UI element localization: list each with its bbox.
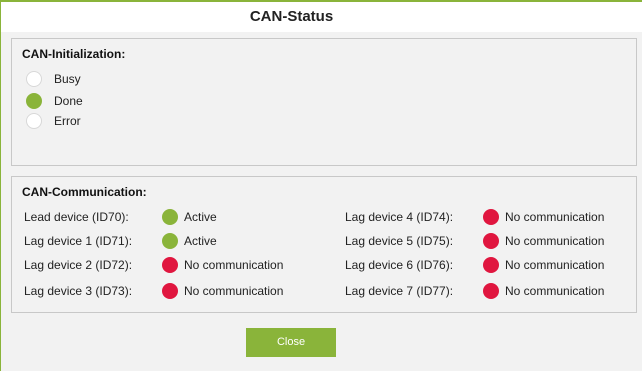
device-row-lag2: Lag device 2 (ID72): No communication	[24, 256, 283, 274]
error-indicator-icon	[26, 113, 42, 129]
dialog-title: CAN-Status	[249, 8, 334, 25]
device-label: Lead device (ID70):	[24, 210, 129, 224]
can-initialization-group: CAN-Initialization: Busy Done Error	[11, 38, 637, 166]
init-option-busy: Busy	[26, 70, 81, 88]
close-button[interactable]: Close	[246, 328, 336, 357]
status-no-communication-icon	[483, 209, 499, 225]
device-row-lead: Lead device (ID70): Active	[24, 208, 217, 226]
init-option-label: Error	[54, 114, 81, 128]
device-label: Lag device 7 (ID77):	[345, 284, 454, 298]
device-row-lag3: Lag device 3 (ID73): No communication	[24, 282, 283, 300]
status-active-icon	[162, 233, 178, 249]
init-option-label: Done	[54, 94, 83, 108]
status-no-communication-icon	[162, 257, 178, 273]
device-row-lag1: Lag device 1 (ID71): Active	[24, 232, 217, 250]
can-status-dialog: CAN-Status CAN-Initialization: Busy Done…	[0, 0, 642, 371]
device-status: No communication	[184, 284, 284, 298]
status-no-communication-icon	[483, 257, 499, 273]
dialog-title-bar: CAN-Status	[1, 2, 642, 32]
device-row-lag7: Lag device 7 (ID77): No communication	[345, 282, 604, 300]
init-option-label: Busy	[54, 72, 81, 86]
device-label: Lag device 1 (ID71):	[24, 234, 133, 248]
can-communication-heading: CAN-Communication:	[22, 185, 147, 199]
device-row-lag4: Lag device 4 (ID74): No communication	[345, 208, 604, 226]
status-active-icon	[162, 209, 178, 225]
device-row-lag6: Lag device 6 (ID76): No communication	[345, 256, 604, 274]
device-label: Lag device 4 (ID74):	[345, 210, 454, 224]
device-label: Lag device 5 (ID75):	[345, 234, 454, 248]
device-label: Lag device 2 (ID72):	[24, 258, 133, 272]
device-status: No communication	[505, 258, 605, 272]
device-label: Lag device 6 (ID76):	[345, 258, 454, 272]
device-status: No communication	[505, 234, 605, 248]
device-status: No communication	[505, 284, 605, 298]
can-initialization-heading: CAN-Initialization:	[22, 47, 126, 61]
can-communication-group: CAN-Communication: Lead device (ID70): A…	[11, 176, 637, 313]
init-option-done: Done	[26, 92, 83, 110]
device-row-lag5: Lag device 5 (ID75): No communication	[345, 232, 604, 250]
device-status: Active	[184, 210, 217, 224]
device-status: No communication	[505, 210, 605, 224]
device-status: Active	[184, 234, 217, 248]
done-indicator-icon	[26, 93, 42, 109]
busy-indicator-icon	[26, 71, 42, 87]
device-label: Lag device 3 (ID73):	[24, 284, 133, 298]
init-option-error: Error	[26, 112, 81, 130]
device-status: No communication	[184, 258, 284, 272]
status-no-communication-icon	[483, 283, 499, 299]
status-no-communication-icon	[162, 283, 178, 299]
status-no-communication-icon	[483, 233, 499, 249]
